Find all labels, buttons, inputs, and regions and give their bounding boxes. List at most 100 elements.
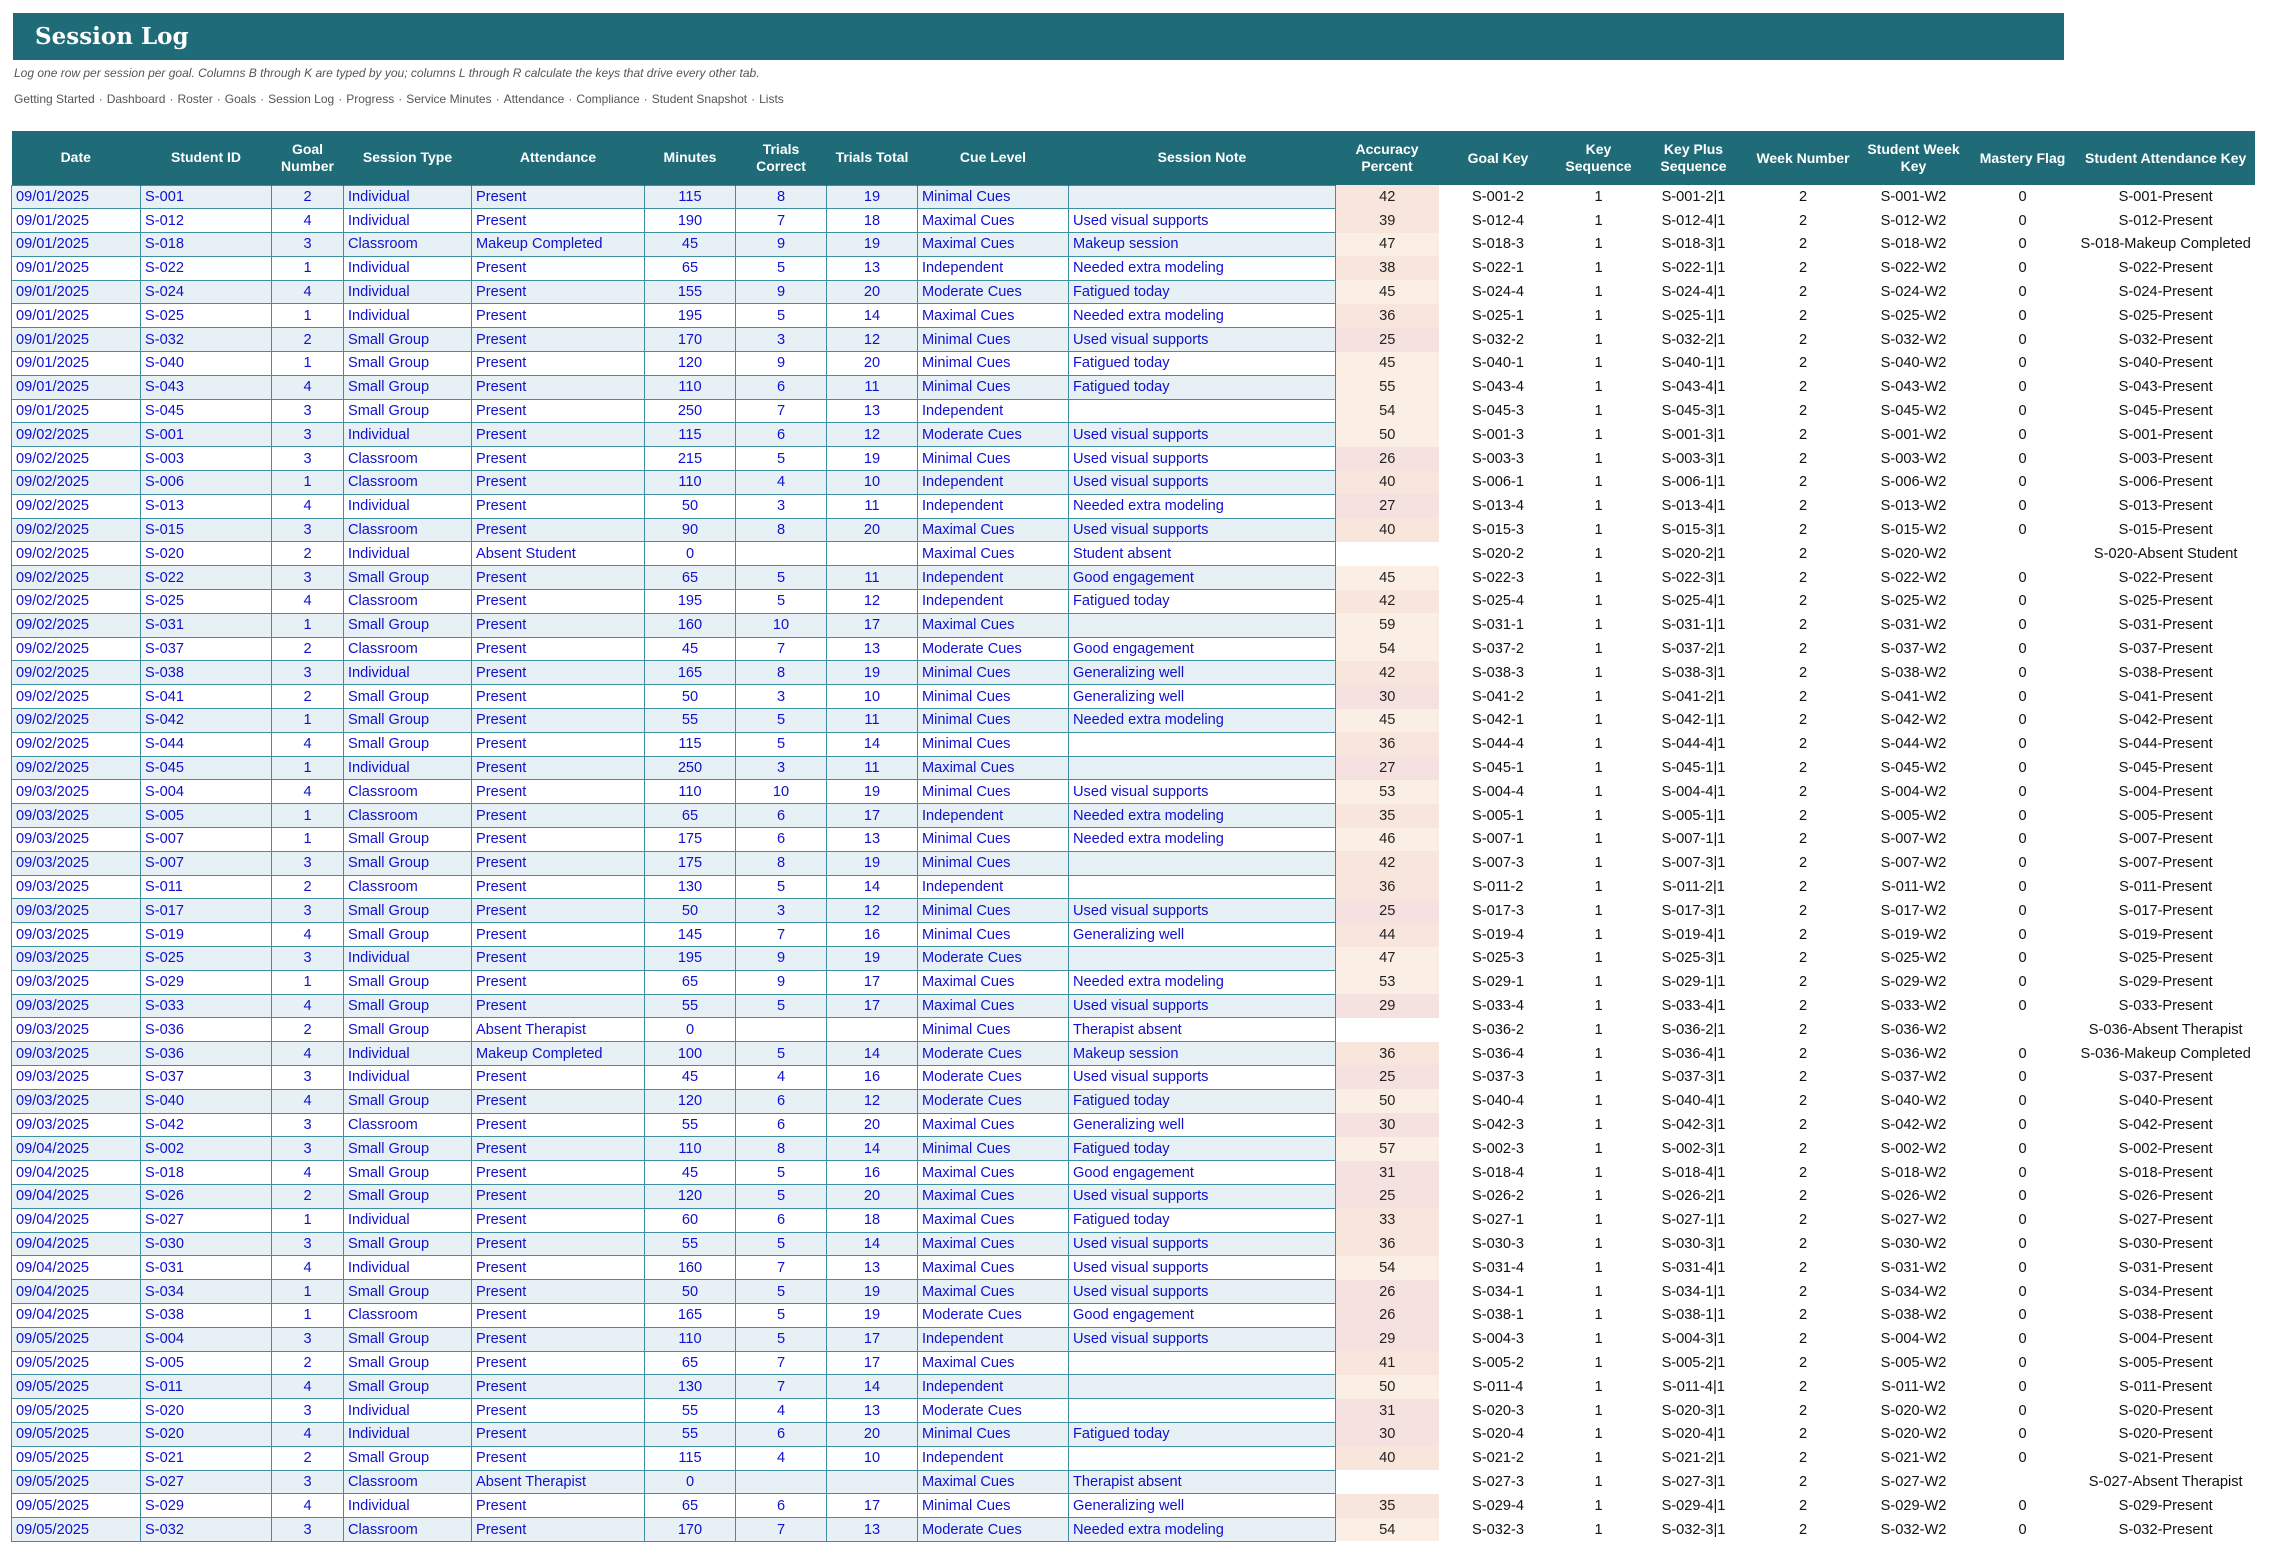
cell-goal-number[interactable]: 3: [271, 517, 344, 543]
cell-attendance[interactable]: Present: [471, 1398, 645, 1423]
cell-trials-total[interactable]: 11: [826, 493, 918, 519]
cell-session-type[interactable]: Classroom: [343, 803, 472, 829]
cell-goal-number[interactable]: 1: [271, 351, 344, 376]
cell-session-type[interactable]: Classroom: [343, 589, 472, 614]
cell-goal-number[interactable]: 1: [271, 303, 344, 329]
column-header-key-sequence[interactable]: Key Sequence: [1557, 131, 1640, 185]
cell-session-type[interactable]: Small Group: [343, 1017, 472, 1043]
cell-cue-level[interactable]: Minimal Cues: [917, 731, 1069, 757]
cell-session-type[interactable]: Individual: [343, 660, 472, 686]
cell-minutes[interactable]: 50: [644, 684, 736, 710]
cell-student-id[interactable]: S-006: [140, 470, 272, 495]
cell-trials-correct[interactable]: 6: [735, 1493, 827, 1519]
cell-session-note[interactable]: [1068, 755, 1336, 781]
cell-attendance[interactable]: Present: [471, 446, 645, 472]
cell-trials-total[interactable]: 13: [826, 1398, 918, 1423]
cell-trials-total[interactable]: 17: [826, 612, 918, 638]
cell-goal-number[interactable]: 2: [271, 1017, 344, 1043]
cell-cue-level[interactable]: Maximal Cues: [917, 303, 1069, 329]
cell-trials-correct[interactable]: 7: [735, 636, 827, 662]
cell-cue-level[interactable]: Minimal Cues: [917, 684, 1069, 710]
cell-student-id[interactable]: S-038: [140, 660, 272, 686]
cell-attendance[interactable]: Present: [471, 1160, 645, 1185]
cell-trials-total[interactable]: 16: [826, 1064, 918, 1090]
cell-minutes[interactable]: 120: [644, 351, 736, 376]
cell-trials-correct[interactable]: 5: [735, 993, 827, 1019]
cell-goal-number[interactable]: 4: [271, 922, 344, 947]
cell-trials-correct[interactable]: 3: [735, 898, 827, 924]
cell-date[interactable]: 09/02/2025: [11, 684, 141, 710]
cell-minutes[interactable]: 165: [644, 660, 736, 686]
cell-cue-level[interactable]: Independent: [917, 493, 1069, 519]
cell-cue-level[interactable]: Minimal Cues: [917, 850, 1069, 876]
cell-student-id[interactable]: S-022: [140, 255, 272, 281]
cell-session-note[interactable]: Used visual supports: [1068, 517, 1336, 543]
cell-session-note[interactable]: Student absent: [1068, 541, 1336, 567]
cell-cue-level[interactable]: Maximal Cues: [917, 1207, 1069, 1233]
cell-cue-level[interactable]: Minimal Cues: [917, 1493, 1069, 1519]
cell-session-note[interactable]: Used visual supports: [1068, 208, 1336, 234]
cell-student-id[interactable]: S-015: [140, 517, 272, 543]
cell-minutes[interactable]: 130: [644, 874, 736, 900]
cell-session-type[interactable]: Classroom: [343, 446, 472, 472]
cell-trials-total[interactable]: 13: [826, 636, 918, 662]
cell-session-note[interactable]: [1068, 850, 1336, 876]
cell-goal-number[interactable]: 2: [271, 184, 344, 210]
cell-student-id[interactable]: S-027: [140, 1207, 272, 1233]
cell-trials-correct[interactable]: 5: [735, 874, 827, 900]
cell-session-type[interactable]: Individual: [343, 946, 472, 971]
cell-session-note[interactable]: [1068, 731, 1336, 757]
cell-attendance[interactable]: Makeup Completed: [471, 1041, 645, 1066]
cell-date[interactable]: 09/02/2025: [11, 541, 141, 567]
cell-minutes[interactable]: 160: [644, 612, 736, 638]
cell-date[interactable]: 09/01/2025: [11, 279, 141, 305]
cell-session-type[interactable]: Small Group: [343, 827, 472, 852]
cell-cue-level[interactable]: Maximal Cues: [917, 993, 1069, 1019]
cell-session-type[interactable]: Small Group: [343, 1445, 472, 1471]
cell-student-id[interactable]: S-022: [140, 565, 272, 591]
cell-date[interactable]: 09/03/2025: [11, 1112, 141, 1138]
cell-trials-total[interactable]: 11: [826, 755, 918, 781]
cell-goal-number[interactable]: 3: [271, 1517, 344, 1542]
cell-session-type[interactable]: Classroom: [343, 1302, 472, 1328]
column-header-student-id[interactable]: Student ID: [140, 131, 272, 185]
cell-student-id[interactable]: S-007: [140, 827, 272, 852]
cell-attendance[interactable]: Present: [471, 684, 645, 710]
cell-session-note[interactable]: Used visual supports: [1068, 1064, 1336, 1090]
cell-session-note[interactable]: Therapist absent: [1068, 1469, 1336, 1495]
cell-date[interactable]: 09/05/2025: [11, 1493, 141, 1519]
cell-trials-correct[interactable]: [735, 541, 827, 567]
cell-goal-number[interactable]: 4: [271, 1493, 344, 1519]
cell-student-id[interactable]: S-011: [140, 1374, 272, 1400]
cell-trials-total[interactable]: 19: [826, 232, 918, 257]
column-header-goal-number[interactable]: Goal Number: [271, 131, 344, 185]
cell-attendance[interactable]: Present: [471, 803, 645, 829]
cell-session-type[interactable]: Individual: [343, 279, 472, 305]
cell-trials-correct[interactable]: 8: [735, 850, 827, 876]
cell-session-note[interactable]: Therapist absent: [1068, 1017, 1336, 1043]
cell-minutes[interactable]: 170: [644, 1517, 736, 1542]
cell-minutes[interactable]: 100: [644, 1041, 736, 1066]
cell-minutes[interactable]: 110: [644, 1136, 736, 1162]
cell-minutes[interactable]: 45: [644, 636, 736, 662]
cell-trials-total[interactable]: 11: [826, 708, 918, 733]
cell-student-id[interactable]: S-027: [140, 1469, 272, 1495]
cell-cue-level[interactable]: Minimal Cues: [917, 827, 1069, 852]
cell-session-type[interactable]: Classroom: [343, 517, 472, 543]
cell-cue-level[interactable]: Independent: [917, 398, 1069, 424]
cell-cue-level[interactable]: Independent: [917, 565, 1069, 591]
cell-trials-correct[interactable]: 6: [735, 827, 827, 852]
cell-session-note[interactable]: Needed extra modeling: [1068, 1517, 1336, 1542]
cell-trials-total[interactable]: 20: [826, 351, 918, 376]
cell-attendance[interactable]: Present: [471, 636, 645, 662]
cell-cue-level[interactable]: Moderate Cues: [917, 946, 1069, 971]
cell-date[interactable]: 09/03/2025: [11, 1041, 141, 1066]
cell-cue-level[interactable]: Maximal Cues: [917, 517, 1069, 543]
cell-trials-correct[interactable]: 5: [735, 1231, 827, 1257]
cell-goal-number[interactable]: 3: [271, 1398, 344, 1423]
cell-attendance[interactable]: Present: [471, 208, 645, 234]
cell-student-id[interactable]: S-001: [140, 184, 272, 210]
cell-date[interactable]: 09/02/2025: [11, 517, 141, 543]
cell-date[interactable]: 09/02/2025: [11, 755, 141, 781]
cell-minutes[interactable]: 55: [644, 1421, 736, 1447]
